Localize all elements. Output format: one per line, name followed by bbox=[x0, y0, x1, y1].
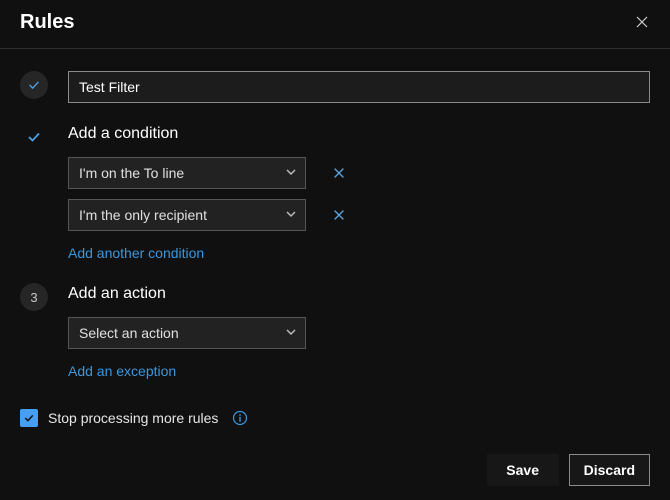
chevron-down-icon bbox=[285, 207, 297, 223]
stop-processing-checkbox[interactable] bbox=[20, 409, 38, 427]
check-icon bbox=[26, 129, 42, 145]
action-title: Add an action bbox=[68, 285, 650, 303]
rule-name-input[interactable] bbox=[68, 71, 650, 103]
close-icon bbox=[332, 166, 346, 180]
remove-condition-1-button[interactable] bbox=[328, 162, 350, 184]
close-button[interactable] bbox=[630, 10, 654, 34]
close-icon bbox=[634, 14, 650, 30]
action-select-value: Select an action bbox=[79, 325, 179, 341]
chevron-down-icon bbox=[285, 325, 297, 341]
condition-section: Add a condition I'm on the To line I'm t… bbox=[20, 123, 650, 263]
check-icon bbox=[23, 412, 35, 424]
rule-name-row bbox=[20, 71, 650, 103]
close-icon bbox=[332, 208, 346, 222]
dialog-header: Rules bbox=[0, 0, 670, 49]
info-icon[interactable] bbox=[232, 410, 248, 426]
chevron-down-icon bbox=[285, 165, 297, 181]
step-3-indicator: 3 bbox=[20, 283, 48, 311]
dialog-actions: Save Discard bbox=[487, 454, 650, 486]
stop-processing-row: Stop processing more rules bbox=[0, 409, 670, 427]
add-condition-link[interactable]: Add another condition bbox=[68, 243, 204, 263]
condition-select-1-value: I'm on the To line bbox=[79, 165, 184, 181]
dialog-title: Rules bbox=[20, 11, 74, 34]
remove-condition-2-button[interactable] bbox=[328, 204, 350, 226]
condition-select-2[interactable]: I'm the only recipient bbox=[68, 199, 306, 231]
stop-processing-label: Stop processing more rules bbox=[48, 410, 218, 426]
action-row: Select an action bbox=[68, 317, 650, 349]
add-exception-link[interactable]: Add an exception bbox=[68, 361, 176, 381]
action-section: 3 Add an action Select an action Add an … bbox=[20, 283, 650, 381]
discard-button[interactable]: Discard bbox=[569, 454, 650, 486]
save-button[interactable]: Save bbox=[487, 454, 559, 486]
check-icon bbox=[27, 78, 41, 92]
condition-row-1: I'm on the To line bbox=[68, 157, 650, 189]
condition-title: Add a condition bbox=[68, 125, 650, 143]
step-2-indicator bbox=[20, 123, 48, 151]
step-1-indicator bbox=[20, 71, 48, 99]
condition-select-1[interactable]: I'm on the To line bbox=[68, 157, 306, 189]
action-select[interactable]: Select an action bbox=[68, 317, 306, 349]
condition-row-2: I'm the only recipient bbox=[68, 199, 650, 231]
condition-select-2-value: I'm the only recipient bbox=[79, 207, 207, 223]
